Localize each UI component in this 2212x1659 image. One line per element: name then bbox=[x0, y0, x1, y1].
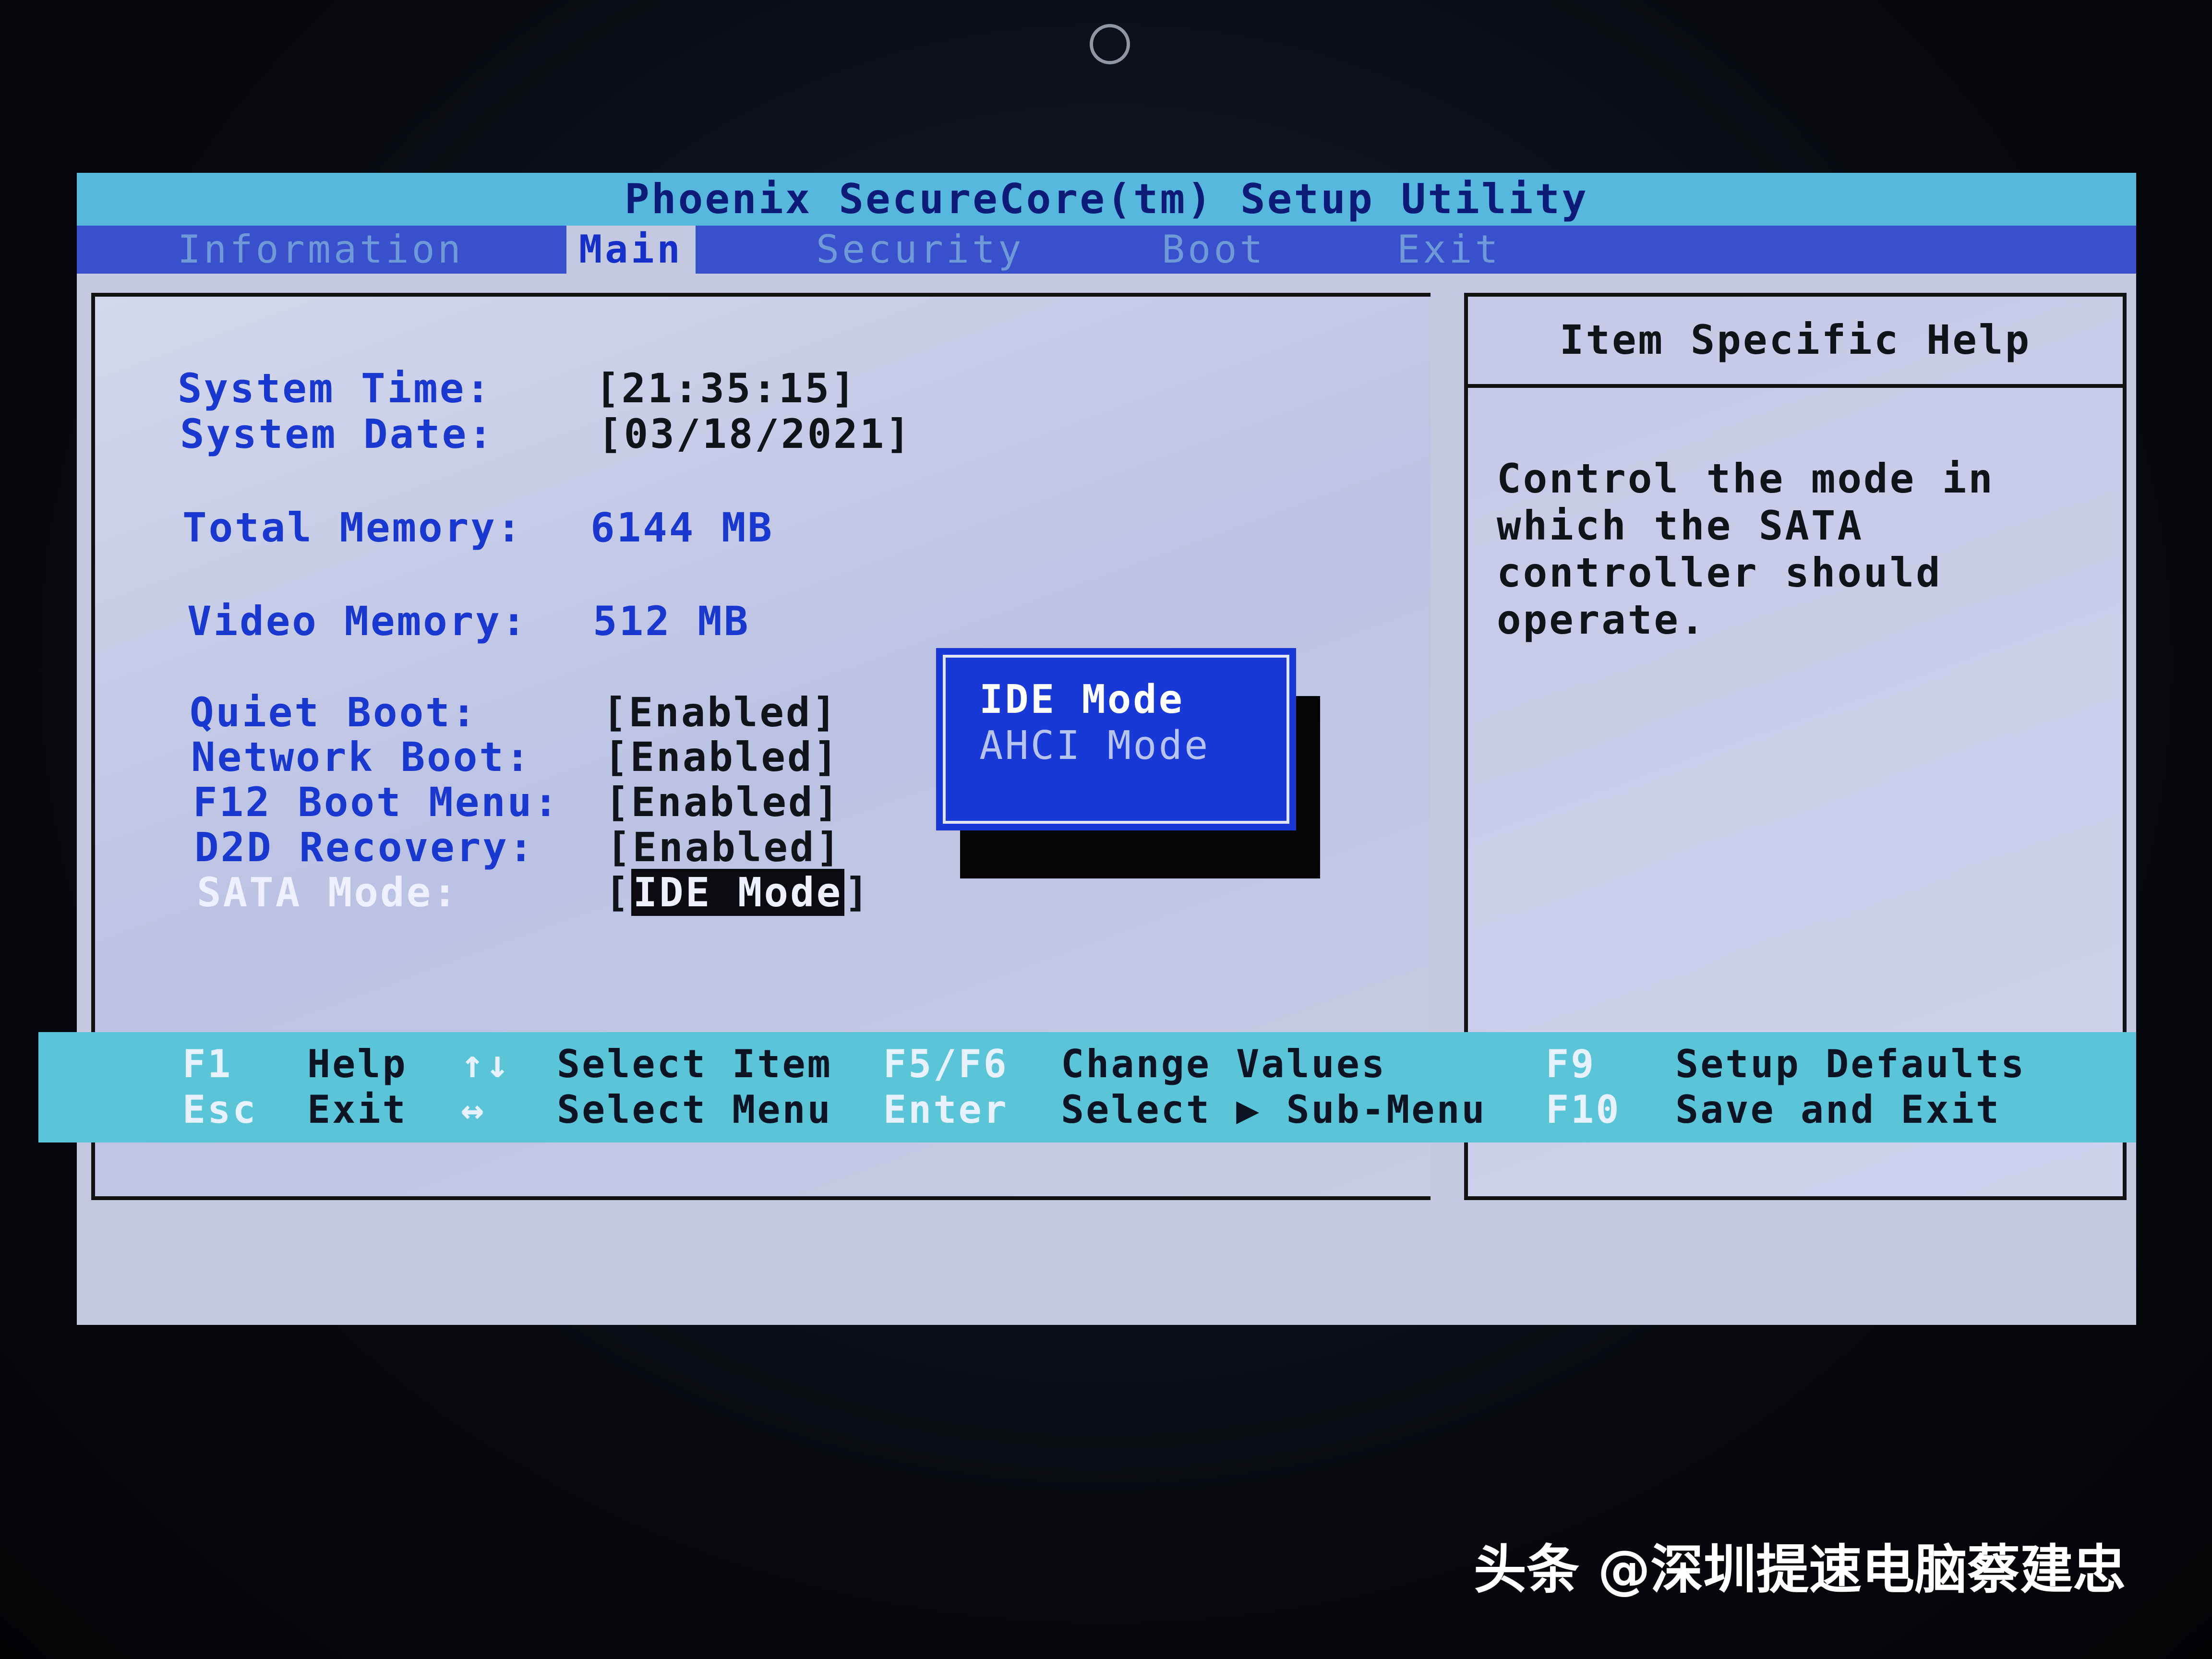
tab-main[interactable]: Main bbox=[566, 226, 696, 274]
help-title: Item Specific Help bbox=[1468, 297, 2123, 388]
webcam-lens bbox=[1090, 24, 1130, 64]
key-up-down-desc: Select Item bbox=[557, 1042, 832, 1086]
key-enter-desc: Select ▶ Sub-Menu bbox=[1061, 1087, 1487, 1132]
network-boot-label: Network Boot: bbox=[191, 733, 532, 781]
key-left-right: ↔ bbox=[461, 1087, 486, 1132]
key-f9-desc: Setup Defaults bbox=[1675, 1042, 2026, 1086]
key-f5-f6-desc: Change Values bbox=[1061, 1042, 1387, 1086]
key-f10: F10 bbox=[1546, 1087, 1621, 1132]
option-ahci-mode[interactable]: AHCI Mode bbox=[979, 723, 1286, 769]
help-line: controller should bbox=[1497, 549, 1942, 596]
key-up-down: ↑↓ bbox=[461, 1042, 511, 1086]
help-line: operate. bbox=[1497, 596, 1707, 643]
video-memory-label: Video Memory: bbox=[187, 598, 528, 645]
key-legend: F1 Help ↑↓ Select Item F5/F6 Change Valu… bbox=[38, 1032, 2136, 1142]
popup-frame: IDE Mode AHCI Mode bbox=[943, 655, 1289, 824]
sata-mode-value[interactable]: [IDE Mode] bbox=[605, 869, 871, 916]
tab-boot[interactable]: Boot bbox=[1162, 226, 1266, 274]
setup-utility-title: Phoenix SecureCore(tm) Setup Utility bbox=[77, 173, 2136, 226]
watermark: 头条 @深圳提速电脑蔡建忠 bbox=[1474, 1539, 2126, 1600]
key-esc: Esc bbox=[182, 1087, 258, 1132]
sata-mode-bracket-close: ] bbox=[844, 869, 871, 916]
option-ide-mode[interactable]: IDE Mode bbox=[979, 677, 1286, 723]
key-f10-desc: Save and Exit bbox=[1675, 1087, 2001, 1132]
d2d-recovery-value[interactable]: [Enabled] bbox=[606, 824, 842, 871]
video-memory-value: 512 MB bbox=[593, 598, 750, 645]
key-esc-desc: Exit bbox=[307, 1087, 408, 1132]
f12-boot-menu-value[interactable]: [Enabled] bbox=[605, 779, 841, 826]
system-time-label: System Time: bbox=[178, 365, 492, 412]
network-boot-value[interactable]: [Enabled] bbox=[604, 733, 840, 781]
quiet-boot-label: Quiet Boot: bbox=[190, 689, 478, 736]
system-date-label: System Date: bbox=[180, 410, 494, 457]
help-line: which the SATA bbox=[1497, 502, 1864, 549]
total-memory-label: Total Memory: bbox=[182, 504, 523, 551]
key-f9: F9 bbox=[1546, 1042, 1596, 1086]
key-f1-desc: Help bbox=[307, 1042, 408, 1086]
system-time-value[interactable]: [21:35:15] bbox=[595, 365, 857, 412]
menu-bar: Information Main Security Boot Exit bbox=[77, 226, 2136, 274]
quiet-boot-value[interactable]: [Enabled] bbox=[602, 689, 838, 736]
key-f5-f6: F5/F6 bbox=[883, 1042, 1009, 1086]
sata-mode-popup: IDE Mode AHCI Mode bbox=[936, 648, 1296, 830]
sata-mode-bracket-open: [ bbox=[605, 869, 631, 916]
help-line: Control the mode in bbox=[1497, 455, 1995, 502]
sata-mode-current: IDE Mode bbox=[631, 869, 845, 916]
sata-mode-label: SATA Mode: bbox=[197, 869, 459, 916]
tab-security[interactable]: Security bbox=[816, 226, 1024, 274]
f12-boot-menu-label: F12 Boot Menu: bbox=[193, 779, 560, 826]
bios-screen: Phoenix SecureCore(tm) Setup Utility Inf… bbox=[77, 173, 2136, 1325]
d2d-recovery-label: D2D Recovery: bbox=[194, 824, 535, 871]
key-f1: F1 bbox=[182, 1042, 233, 1086]
tab-information[interactable]: Information bbox=[178, 226, 464, 274]
system-date-value[interactable]: [03/18/2021] bbox=[598, 410, 912, 457]
tab-exit[interactable]: Exit bbox=[1397, 226, 1501, 274]
help-text: Control the mode in which the SATA contr… bbox=[1497, 455, 2092, 643]
key-enter: Enter bbox=[883, 1087, 1009, 1132]
total-memory-value: 6144 MB bbox=[590, 504, 774, 551]
key-left-right-desc: Select Menu bbox=[557, 1087, 832, 1132]
